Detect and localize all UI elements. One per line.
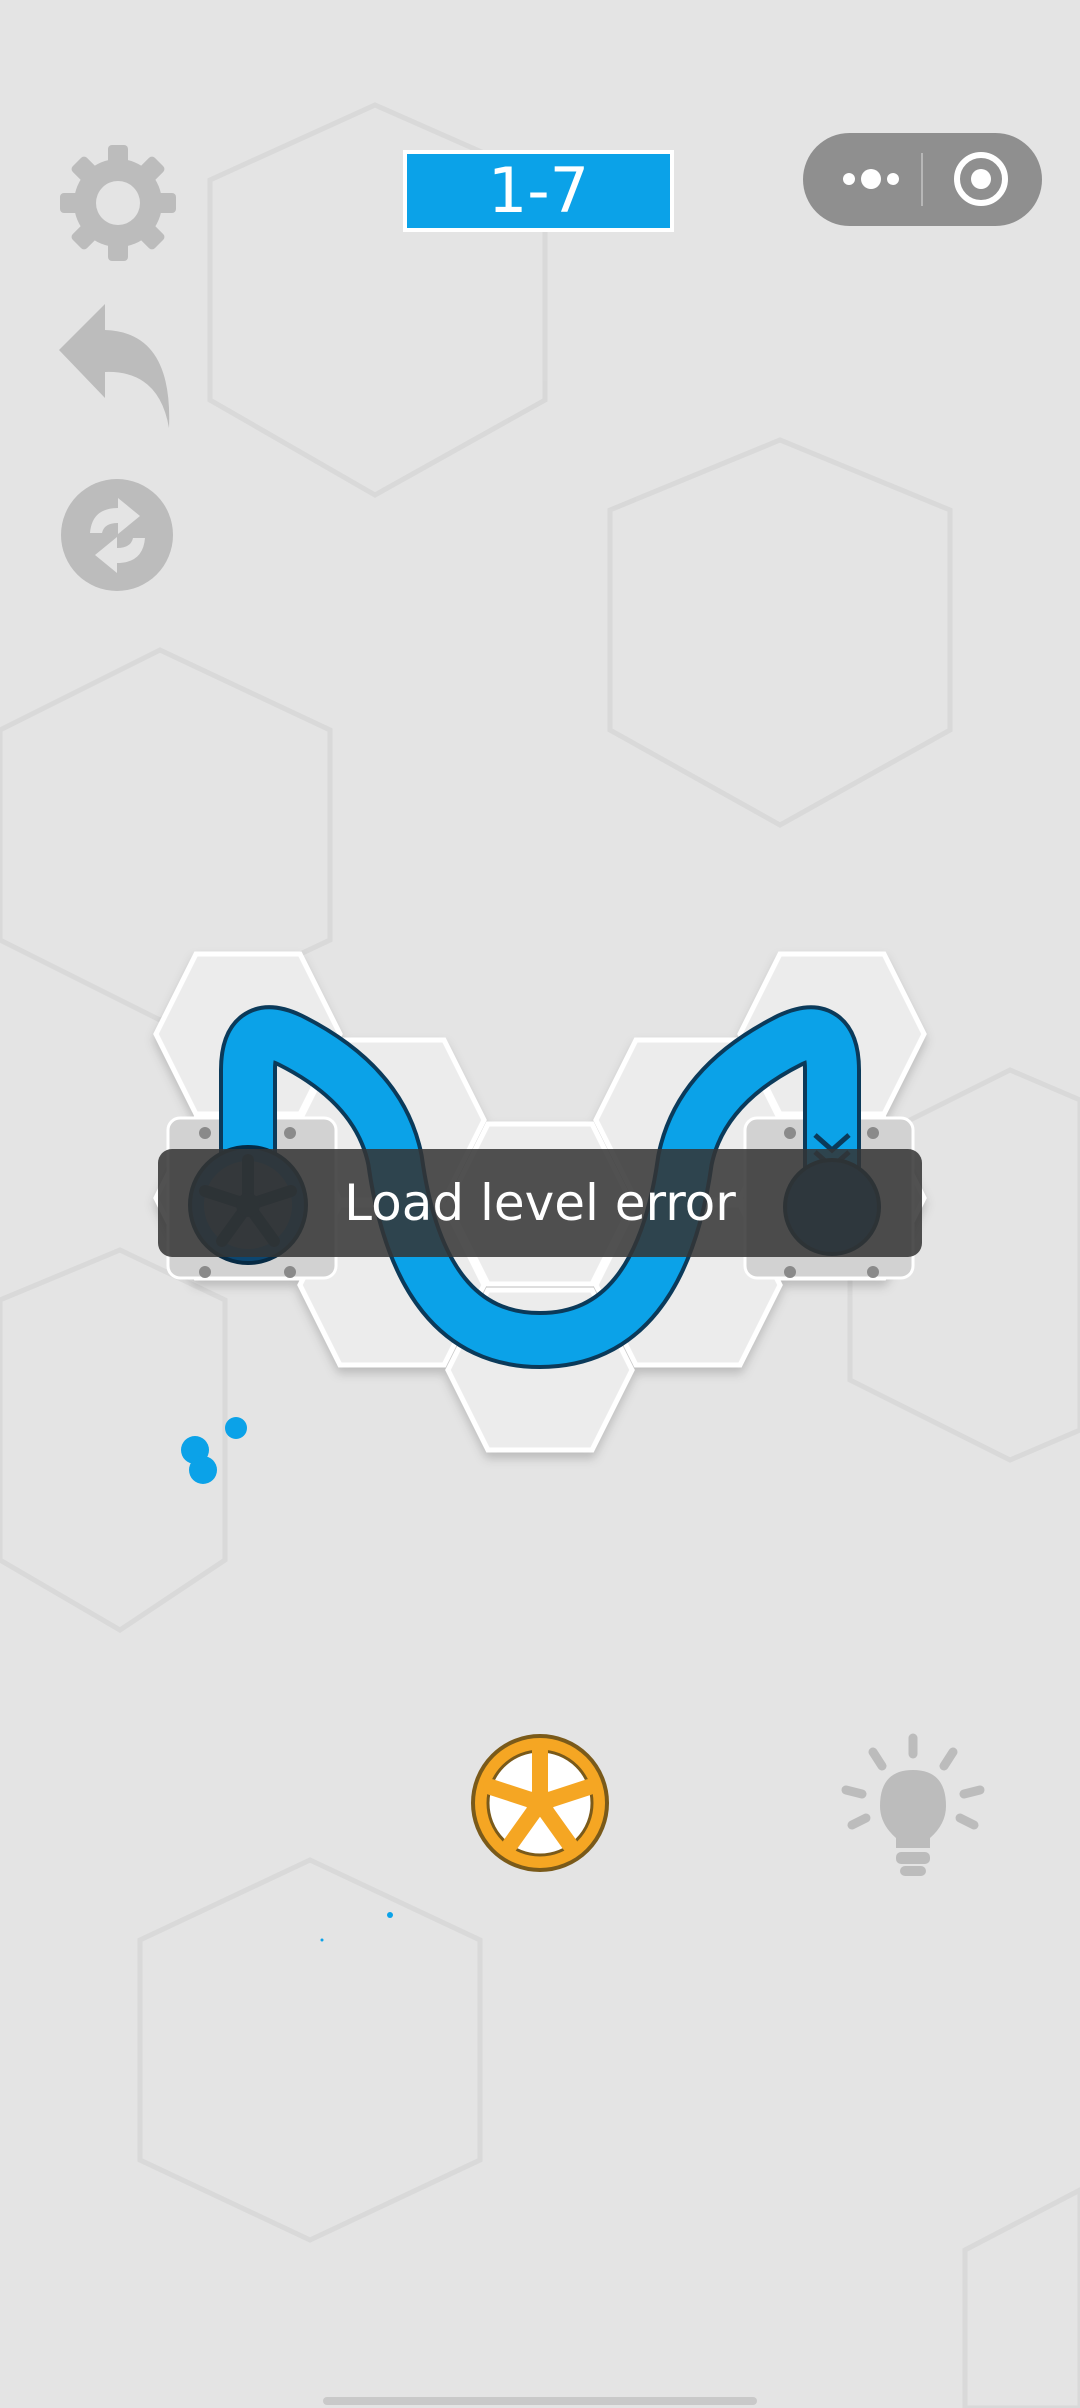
close-mini-program-button[interactable] [941, 143, 1021, 216]
capsule-divider [921, 153, 923, 206]
error-toast: Load level error [158, 1149, 922, 1257]
lightbulb-icon [841, 1733, 985, 1876]
level-indicator: 1-7 [403, 150, 674, 232]
paint-splatter [181, 1417, 393, 1942]
restart-button[interactable] [60, 478, 175, 593]
hint-button[interactable] [838, 1730, 988, 1880]
mini-program-capsule [803, 133, 1042, 226]
refresh-icon [61, 479, 173, 591]
wheel-button[interactable] [470, 1733, 610, 1873]
settings-button[interactable] [58, 143, 178, 263]
target-close-icon [954, 152, 1008, 206]
undo-button[interactable] [55, 300, 180, 435]
more-dots-icon [843, 169, 899, 189]
undo-icon [59, 304, 170, 428]
gear-icon [60, 145, 176, 261]
home-indicator[interactable] [323, 2397, 757, 2405]
more-menu-button[interactable] [831, 153, 911, 206]
wheel-icon [471, 1734, 609, 1872]
